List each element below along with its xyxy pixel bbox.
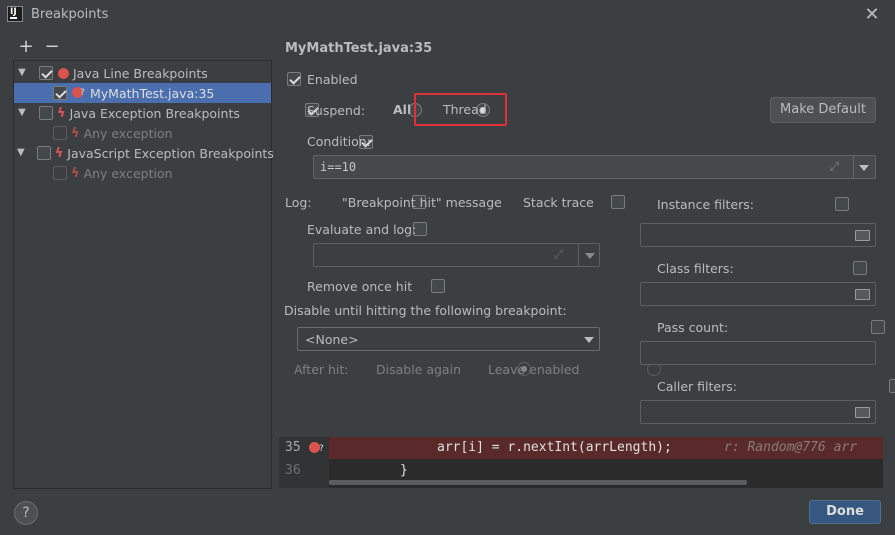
disable-again-label: Disable again [376, 362, 461, 377]
tree-group-javascript-exception[interactable]: ▼ ϟ JavaScript Exception Breakpoints [14, 143, 274, 163]
tree-item-label: Java Line Breakpoints [73, 65, 208, 81]
breakpoint-thread-icon: ? [72, 86, 86, 100]
pass-count-input[interactable] [640, 341, 876, 365]
stack-trace-checkbox[interactable] [610, 195, 625, 209]
breakpoint-tree: ▼ Java Line Breakpoints ? MyMathTest.jav… [13, 60, 274, 489]
instance-filters-checkbox[interactable] [834, 197, 849, 211]
tree-item-label: Java Exception Breakpoints [69, 105, 240, 121]
done-button[interactable]: Done [809, 500, 881, 524]
caller-filters-checkbox[interactable] [888, 379, 895, 393]
exception-bolt-icon: ϟ [71, 165, 80, 181]
expand-triangle-icon[interactable]: ▼ [17, 148, 25, 158]
enabled-checkbox[interactable] [287, 72, 301, 86]
item-checkbox[interactable] [53, 126, 67, 140]
tree-item-any-exception[interactable]: ϟ Any exception [14, 163, 271, 183]
code-preview: 35 ? arr[i] = r.nextInt(arrLength); r: R… [279, 437, 883, 488]
caller-filters-label: Caller filters: [657, 379, 737, 394]
expand-triangle-icon[interactable]: ▼ [17, 108, 27, 118]
line-number: 36 [285, 463, 301, 478]
after-hit-label: After hit: [294, 362, 349, 377]
tree-item-label: MyMathTest.java:35 [90, 85, 215, 101]
folder-icon[interactable] [855, 407, 870, 418]
disable-until-value: <None> [305, 332, 359, 347]
folder-icon[interactable] [855, 230, 870, 241]
exception-bolt-icon: ϟ [54, 145, 64, 161]
chevron-down-icon[interactable] [585, 253, 595, 259]
remove-once-hit-checkbox[interactable] [430, 279, 445, 293]
disable-until-select[interactable]: <None> [297, 327, 600, 351]
chevron-down-icon[interactable] [859, 165, 869, 171]
exception-bolt-icon: ϟ [57, 105, 66, 121]
enabled-label: Enabled [307, 72, 358, 87]
remove-breakpoint-button[interactable]: − [43, 38, 61, 56]
line-breakpoint-icon [58, 67, 69, 79]
code-text: } [400, 463, 408, 478]
chevron-down-icon[interactable] [584, 337, 594, 343]
class-filters-input[interactable] [640, 282, 876, 306]
log-label: Log: [285, 195, 312, 210]
expand-editor-icon[interactable]: ⤢ [830, 160, 839, 174]
evaluate-log-input[interactable]: ⤢ [313, 243, 600, 267]
instance-filters-input[interactable] [640, 223, 876, 247]
window-title: Breakpoints [31, 7, 109, 22]
pass-count-label: Pass count: [657, 320, 729, 335]
tree-item-label: Any exception [83, 165, 173, 181]
log-message-label: "Breakpoint hit" message [342, 195, 502, 210]
suspend-all-label: All [393, 102, 412, 117]
item-checkbox[interactable] [53, 86, 67, 100]
expand-editor-icon[interactable]: ⤢ [554, 248, 563, 262]
item-checkbox[interactable] [53, 166, 67, 180]
tree-group-java-line[interactable]: ▼ Java Line Breakpoints [14, 63, 271, 83]
tree-item-any-exception[interactable]: ϟ Any exception [14, 123, 271, 143]
instance-filters-label: Instance filters: [657, 197, 754, 212]
stack-trace-label: Stack trace [523, 195, 594, 210]
breakpoint-title: MyMathTest.java:35 [285, 41, 433, 56]
group-checkbox[interactable] [39, 66, 53, 80]
inline-debug-hint: r: Random@776 arr [724, 440, 858, 455]
suspend-label: Suspend: [307, 103, 366, 118]
code-text: arr[i] = r.nextInt(arrLength); [437, 440, 672, 455]
condition-input[interactable]: i==10 ⤢ [313, 155, 876, 179]
suspend-thread-label: Thread [443, 102, 487, 117]
folder-icon[interactable] [855, 289, 870, 300]
line-number: 35 [285, 440, 301, 455]
tree-item-label: JavaScript Exception Breakpoints [67, 145, 274, 161]
disable-until-label: Disable until hitting the following brea… [284, 303, 567, 318]
condition-label: Condition: [307, 134, 371, 149]
thread-suspend-icon: ? [319, 444, 324, 454]
tree-item-mymathtest[interactable]: ? MyMathTest.java:35 [14, 83, 271, 103]
class-filters-label: Class filters: [657, 261, 734, 276]
class-filters-checkbox[interactable] [852, 261, 867, 275]
pass-count-checkbox[interactable] [870, 320, 885, 334]
caller-filters-input[interactable] [640, 400, 876, 424]
group-checkbox[interactable] [36, 146, 51, 160]
expand-triangle-icon[interactable]: ▼ [17, 68, 27, 78]
add-breakpoint-button[interactable]: + [17, 38, 35, 56]
evaluate-log-label: Evaluate and log: [307, 222, 417, 237]
horizontal-scrollbar[interactable] [329, 480, 747, 485]
title-bar: Breakpoints ✕ [0, 0, 895, 30]
exception-bolt-icon: ϟ [71, 125, 80, 141]
leave-enabled-label: Leave enabled [488, 362, 580, 377]
condition-value: i==10 [320, 160, 357, 174]
intellij-app-icon [7, 6, 23, 22]
close-icon[interactable]: ✕ [862, 5, 882, 25]
help-button[interactable]: ? [14, 501, 38, 525]
group-checkbox[interactable] [39, 106, 53, 120]
make-default-button[interactable]: Make Default [770, 97, 876, 123]
tree-group-java-exception[interactable]: ▼ ϟ Java Exception Breakpoints [14, 103, 271, 123]
remove-once-hit-label: Remove once hit [307, 279, 413, 294]
tree-item-label: Any exception [83, 125, 173, 141]
